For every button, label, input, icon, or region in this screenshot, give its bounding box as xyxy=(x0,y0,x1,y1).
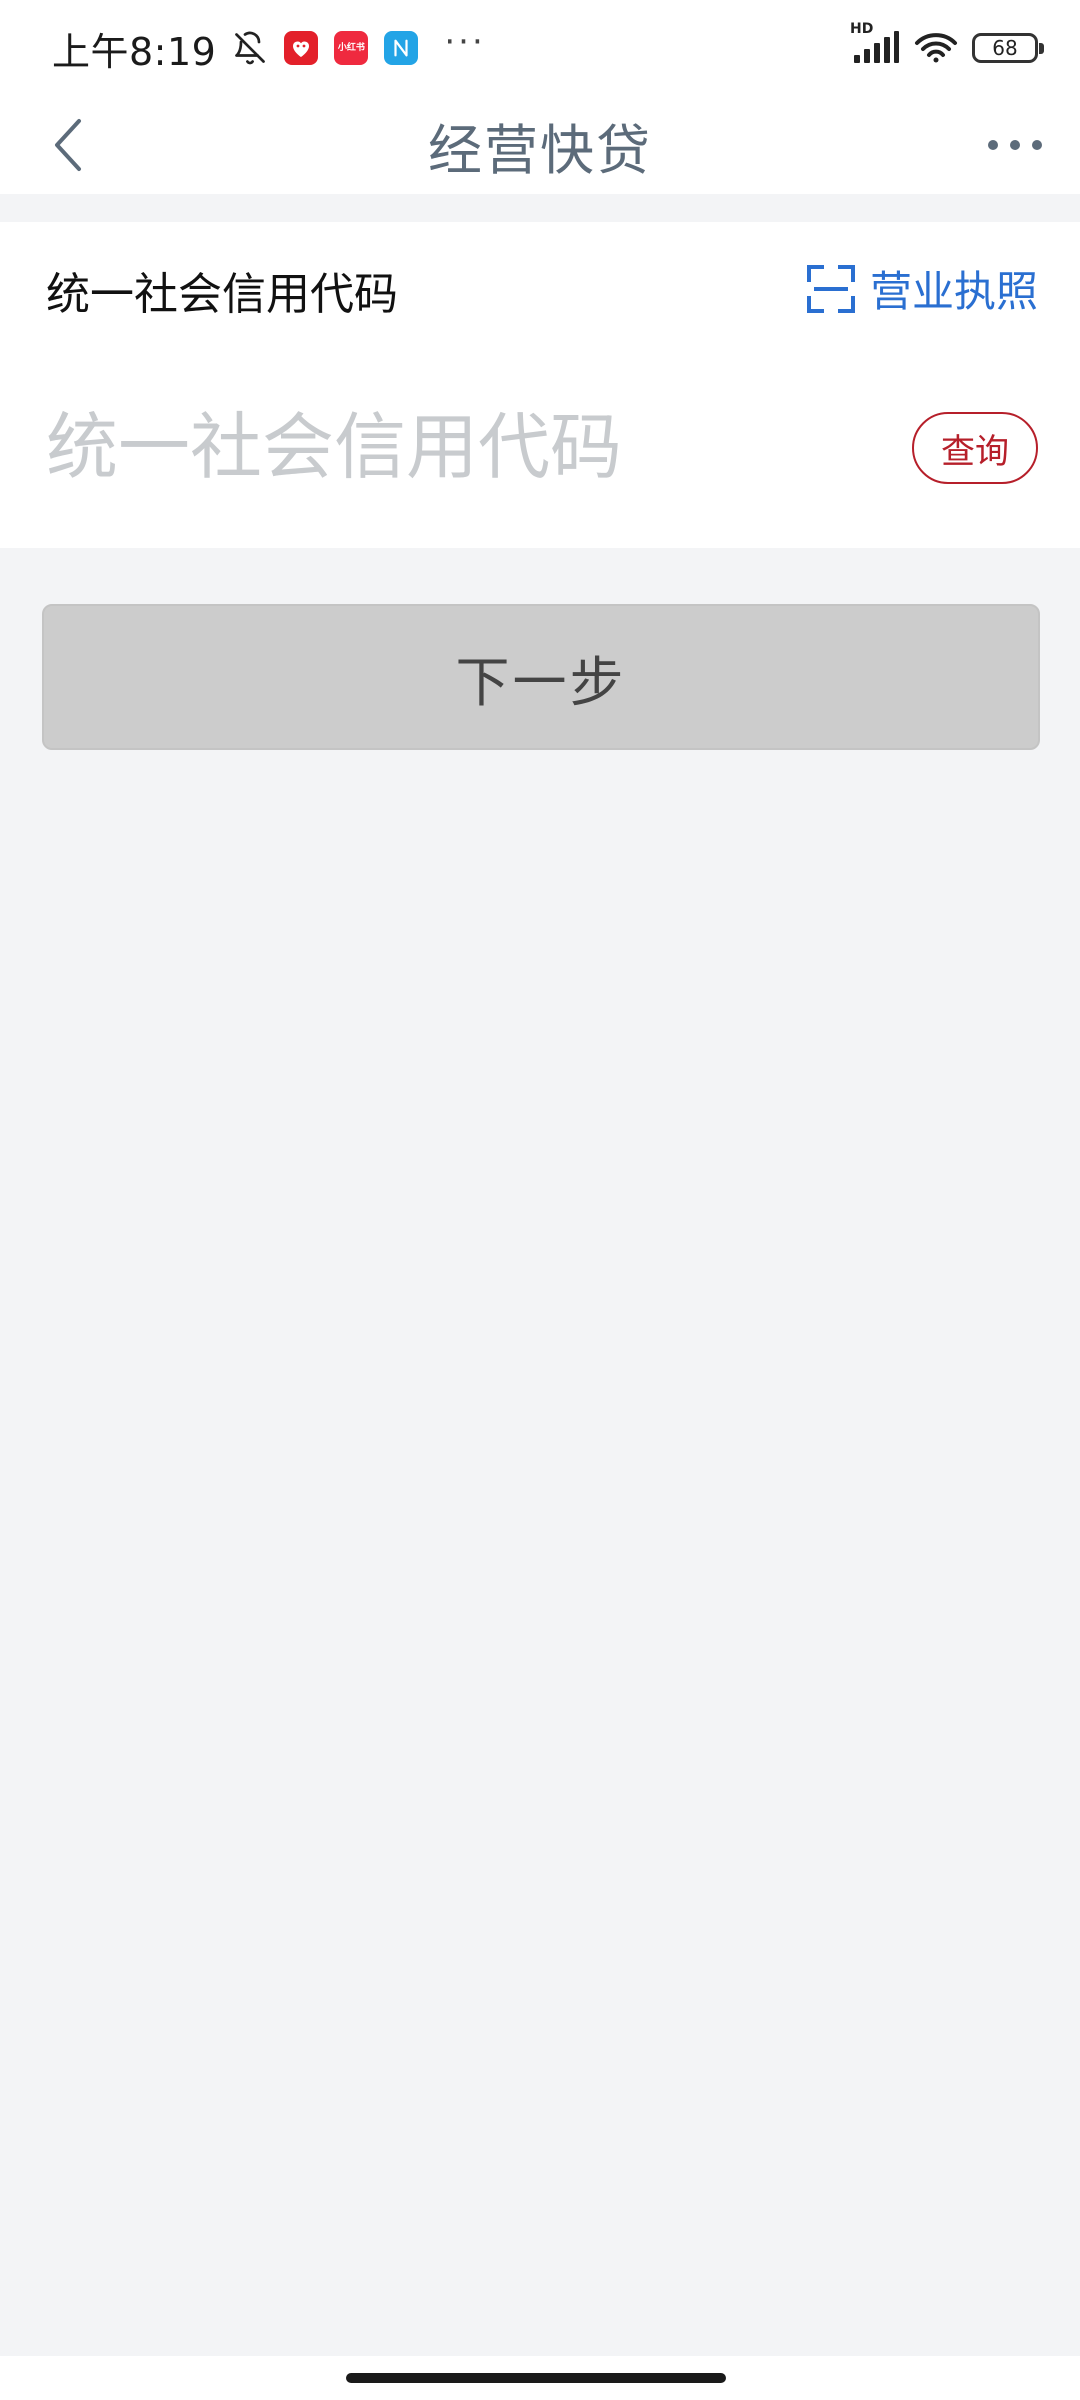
credit-code-card: 统一社会信用代码 营业执照 查询 xyxy=(0,222,1080,548)
credit-code-input[interactable] xyxy=(46,392,866,502)
query-button[interactable]: 查询 xyxy=(912,412,1038,484)
status-time: 上午8:19 xyxy=(52,29,217,74)
scan-icon xyxy=(806,264,856,314)
credit-code-label: 统一社会信用代码 xyxy=(46,269,398,320)
battery-indicator: 68 xyxy=(972,33,1044,63)
cellular-signal-icon: HD xyxy=(850,21,900,65)
next-step-button[interactable]: 下一步 xyxy=(42,604,1040,750)
notification-overflow: ··· xyxy=(444,22,486,62)
status-left: 上午8:19 小红书 ··· xyxy=(52,21,486,76)
page-title: 经营快贷 xyxy=(428,118,652,182)
status-bar: 上午8:19 小红书 ··· HD 68 xyxy=(0,0,1080,96)
wifi-icon xyxy=(914,31,958,65)
status-right: HD 68 xyxy=(850,21,1044,65)
back-button[interactable] xyxy=(34,110,104,180)
pinduoduo-icon xyxy=(284,31,319,65)
more-horizontal-icon xyxy=(986,138,1044,152)
business-license-label: 营业执照 xyxy=(869,267,1038,316)
home-indicator[interactable] xyxy=(346,2373,726,2383)
scan-business-license-link[interactable]: 营业执照 xyxy=(806,258,1038,319)
hd-label: HD xyxy=(850,21,874,37)
nfc-icon xyxy=(384,31,419,65)
nav-bar: 经营快贷 xyxy=(0,96,1080,194)
bell-muted-icon xyxy=(232,30,268,66)
xiaohongshu-icon: 小红书 xyxy=(334,31,369,65)
more-button[interactable] xyxy=(980,110,1050,180)
chevron-left-icon xyxy=(49,117,89,173)
